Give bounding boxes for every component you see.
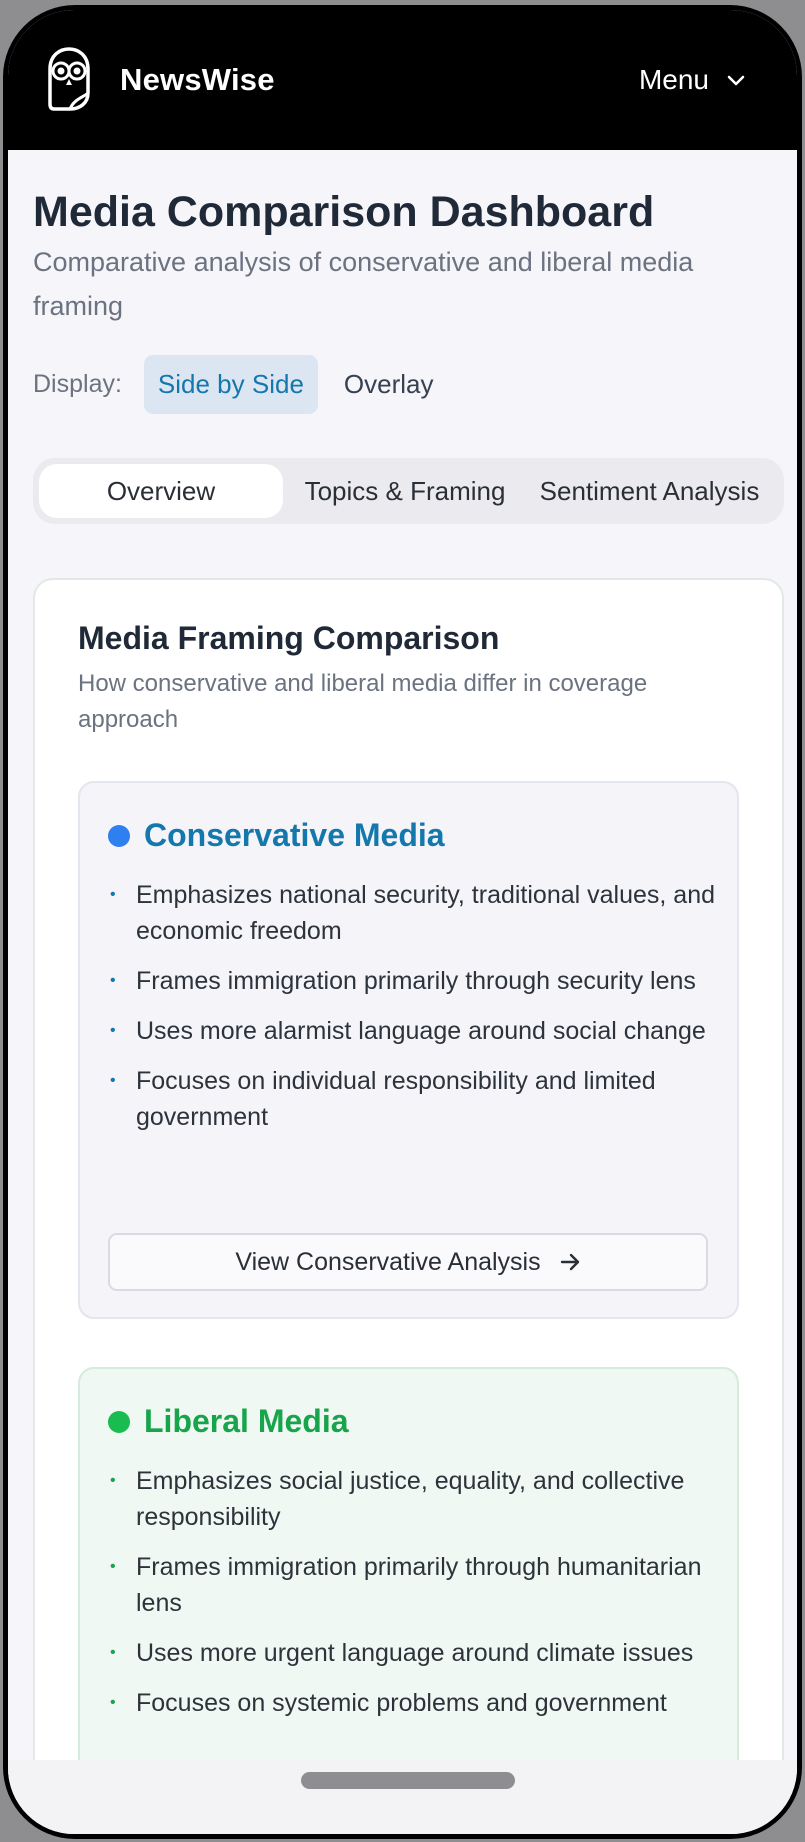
device-frame: NewsWise Menu Media Comparison Dashboard…: [3, 5, 802, 1839]
chevron-down-icon: [727, 75, 745, 86]
framing-comparison-card: Media Framing Comparison How conservativ…: [33, 578, 784, 1760]
app-header: NewsWise Menu: [8, 10, 797, 150]
tab-topics-framing[interactable]: Topics & Framing: [283, 464, 527, 518]
tab-overview[interactable]: Overview: [39, 464, 283, 518]
conservative-dot-icon: [108, 824, 130, 847]
page-subtitle: Comparative analysis of conservative and…: [33, 247, 694, 321]
list-item: • Uses more alarmist language around soci…: [108, 1013, 718, 1049]
bullet-icon: •: [110, 1022, 116, 1039]
bullet-icon: •: [110, 1558, 116, 1575]
point-text: Uses more alarmist language around socia…: [136, 1017, 706, 1045]
point-text: Emphasizes social justice, equality, and…: [136, 1467, 685, 1531]
bullet-icon: •: [110, 1694, 116, 1711]
conservative-header: Conservative Media: [108, 817, 445, 854]
display-label: Display:: [33, 370, 122, 398]
point-text: Frames immigration primarily through sec…: [136, 967, 696, 995]
menu-button[interactable]: Menu: [639, 64, 747, 96]
button-label: View Conservative Analysis: [235, 1247, 541, 1276]
tab-sentiment-analysis[interactable]: Sentiment Analysis: [527, 464, 772, 518]
point-text: Emphasizes national security, traditiona…: [136, 881, 716, 945]
liberal-points: • Emphasizes social justice, equality, an…: [108, 1463, 718, 1735]
liberal-header: Liberal Media: [108, 1403, 349, 1440]
liberal-dot-icon: [108, 1410, 130, 1433]
point-text: Uses more urgent language around climate…: [136, 1639, 694, 1667]
card-title: Media Framing Comparison: [78, 620, 500, 656]
bullet-icon: •: [110, 1072, 116, 1089]
bullet-icon: •: [110, 886, 116, 903]
display-toggle: Display: Side by Side Overlay: [33, 355, 459, 414]
list-item: • Emphasizes national security, tradition…: [108, 877, 718, 949]
list-item: • Uses more urgent language around climat…: [108, 1635, 718, 1671]
side-by-side-button[interactable]: Side by Side: [143, 355, 318, 414]
liberal-panel: Liberal Media • Emphasizes social justice…: [78, 1367, 739, 1760]
home-indicator[interactable]: [301, 1772, 515, 1789]
main-content: Media Comparison Dashboard Comparative a…: [8, 150, 797, 1760]
screen: NewsWise Menu Media Comparison Dashboard…: [8, 10, 797, 1834]
page-title: Media Comparison Dashboard: [33, 188, 655, 236]
conservative-panel: Conservative Media • Emphasizes national …: [78, 781, 739, 1319]
conservative-points: • Emphasizes national security, tradition…: [108, 877, 718, 1149]
liberal-title: Liberal Media: [144, 1403, 349, 1439]
bullet-icon: •: [110, 1644, 116, 1661]
list-item: • Frames immigration primarily through se…: [108, 963, 718, 999]
view-tabs: Overview Topics & Framing Sentiment Anal…: [33, 458, 784, 524]
owl-logo-icon[interactable]: [44, 47, 94, 113]
list-item: • Focuses on systemic problems and govern…: [108, 1685, 718, 1721]
brand-name: NewsWise: [120, 62, 275, 97]
arrow-right-icon: [560, 1253, 579, 1271]
point-text: Focuses on systemic problems and governm…: [136, 1689, 667, 1717]
list-item: • Focuses on individual responsibility an…: [108, 1063, 718, 1135]
point-text: Focuses on individual responsibility and…: [136, 1067, 656, 1131]
conservative-title: Conservative Media: [144, 817, 445, 853]
bullet-icon: •: [110, 1472, 116, 1489]
overlay-button[interactable]: Overlay: [330, 355, 448, 414]
list-item: • Frames immigration primarily through hu…: [108, 1549, 718, 1621]
menu-label: Menu: [638, 64, 709, 95]
list-item: • Emphasizes social justice, equality, an…: [108, 1463, 718, 1535]
card-subtitle: How conservative and liberal media diffe…: [78, 670, 648, 733]
point-text: Frames immigration primarily through hum…: [136, 1553, 702, 1617]
view-conservative-analysis-button[interactable]: View Conservative Analysis: [108, 1233, 708, 1291]
bullet-icon: •: [110, 972, 116, 989]
